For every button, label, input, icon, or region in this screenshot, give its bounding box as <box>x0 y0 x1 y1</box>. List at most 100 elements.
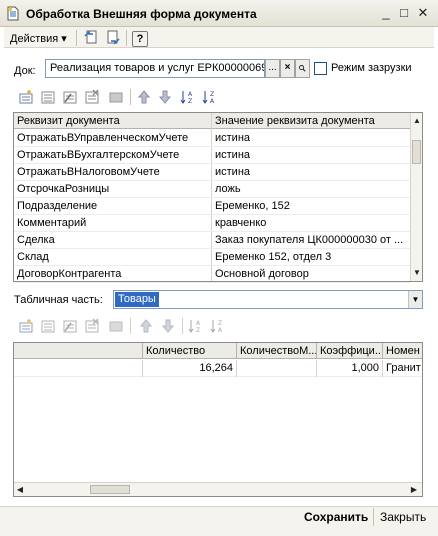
horizontal-scrollbar[interactable]: ◀ ▶ <box>14 482 422 496</box>
copy-row-icon[interactable] <box>40 89 56 105</box>
table-row[interactable]: Склад Еременко 152, отдел 3 <box>14 249 410 266</box>
requisite-name: ОтсрочкаРозницы <box>17 183 110 195</box>
save-button[interactable]: Сохранить <box>304 510 368 524</box>
requisite-value[interactable]: Еременко, 152 <box>212 198 409 215</box>
column-header-value[interactable]: Значение реквизита документа <box>211 113 409 129</box>
scroll-left-icon[interactable]: ◀ <box>14 483 26 496</box>
table-header: Количество КоличествоМ... Коэффици... Но… <box>14 343 422 359</box>
actions-menu-button[interactable]: Действия ▾ <box>10 32 67 45</box>
undo-icon[interactable] <box>82 29 100 46</box>
minimize-button[interactable]: _ <box>378 5 394 21</box>
add-row-icon[interactable] <box>18 89 34 105</box>
quantity-cell[interactable]: 16,264 <box>142 360 236 377</box>
table-row[interactable]: ДоговорКонтрагента Основной договор <box>14 266 410 283</box>
requisite-name: Склад <box>17 251 49 263</box>
requisite-name: ОтражатьВБухгалтерскомУчете <box>17 149 180 161</box>
scroll-thumb[interactable] <box>412 140 421 164</box>
table-header: Реквизит документа Значение реквизита до… <box>14 113 410 129</box>
table-row[interactable]: Подразделение Еременко, 152 <box>14 198 410 215</box>
document-icon <box>7 6 19 21</box>
table-row[interactable]: Сделка Заказ покупателя ЦК000000030 от ..… <box>14 232 410 249</box>
edit-row-icon[interactable] <box>62 89 78 105</box>
requisite-value[interactable]: истина <box>212 147 409 164</box>
column-header-quantity[interactable]: Количество <box>142 343 236 359</box>
select-button[interactable]: ... <box>265 59 280 78</box>
toolbar-separator <box>76 30 77 46</box>
move-up-icon[interactable] <box>136 89 152 105</box>
scroll-thumb[interactable] <box>90 485 130 494</box>
load-mode-label: Режим зазрузки <box>331 62 412 74</box>
sort-asc-icon[interactable]: AZ <box>180 89 196 105</box>
close-button[interactable]: Закрыть <box>380 510 426 524</box>
table-row[interactable]: ОтражатьВНалоговомУчете истина <box>14 164 410 181</box>
table-row[interactable]: ОтражатьВБухгалтерскомУчете истина <box>14 147 410 164</box>
requisite-name: Сделка <box>17 234 55 246</box>
search-icon[interactable] <box>295 59 310 78</box>
delete-row-icon[interactable] <box>84 89 100 105</box>
table-row[interactable]: ОтражатьВУправленческомУчете истина <box>14 130 410 147</box>
scroll-up-icon[interactable]: ▲ <box>411 114 423 127</box>
column-header-empty[interactable] <box>14 343 142 359</box>
move-up-icon[interactable] <box>138 318 154 334</box>
toolbar-separator <box>130 89 131 105</box>
quantity-m-cell[interactable] <box>236 360 316 377</box>
scroll-down-icon[interactable]: ▼ <box>411 266 423 279</box>
move-down-icon[interactable] <box>160 318 176 334</box>
load-mode-checkbox[interactable] <box>314 62 327 75</box>
help-button[interactable]: ? <box>132 31 148 47</box>
column-header-coefficient[interactable]: Коэффици... <box>316 343 382 359</box>
scroll-right-icon[interactable]: ▶ <box>408 483 420 496</box>
end-edit-icon[interactable] <box>108 318 124 334</box>
doc-label: Док: <box>14 65 36 77</box>
requisite-name: ОтражатьВУправленческомУчете <box>17 132 189 144</box>
tabular-part-select[interactable]: Товары ▼ <box>113 290 423 309</box>
table-row[interactable]: 16,264 1,000 Гранит <box>14 360 422 377</box>
coefficient-cell[interactable]: 1,000 <box>316 360 382 377</box>
window-title: Обработка Внешняя форма документа <box>26 7 257 21</box>
column-header-quantity-m[interactable]: КоличествоМ... <box>236 343 316 359</box>
sort-desc-icon[interactable]: ZA <box>210 318 226 334</box>
requisite-value[interactable]: Заказ покупателя ЦК000000030 от ... <box>212 232 409 249</box>
requisite-value[interactable]: истина <box>212 164 409 181</box>
svg-text:A: A <box>218 327 223 334</box>
edit-row-icon[interactable] <box>62 318 78 334</box>
tabular-toolbar: AZ ZA <box>14 315 234 337</box>
redo-icon[interactable] <box>104 29 122 46</box>
requisite-value[interactable]: кравченко <box>212 215 409 232</box>
sort-desc-icon[interactable]: ZA <box>202 89 218 105</box>
svg-text:A: A <box>196 320 201 327</box>
tabular-table[interactable]: Количество КоличествоМ... Коэффици... Но… <box>13 342 423 497</box>
requisite-value[interactable]: Еременко 152, отдел 3 <box>212 249 409 266</box>
move-down-icon[interactable] <box>157 89 173 105</box>
requisite-value[interactable]: Основной договор <box>212 266 409 283</box>
doc-field[interactable]: Реализация товаров и услуг ЕРК00000069 <box>45 59 265 78</box>
toolbar-separator <box>130 318 131 334</box>
requisites-toolbar: AZ ZA <box>14 86 224 108</box>
add-row-icon[interactable] <box>18 318 34 334</box>
end-edit-icon[interactable] <box>108 89 124 105</box>
column-header-name[interactable]: Реквизит документа <box>14 113 211 129</box>
sort-asc-icon[interactable]: AZ <box>188 318 204 334</box>
tabular-part-label: Табличная часть: <box>14 294 103 306</box>
chevron-down-icon[interactable]: ▼ <box>408 291 422 308</box>
actions-label: Действия <box>10 33 59 45</box>
table-row[interactable]: ОтсрочкаРозницы ложь <box>14 181 410 198</box>
clear-button[interactable]: × <box>280 59 295 78</box>
copy-row-icon[interactable] <box>40 318 56 334</box>
requisite-name: Подразделение <box>17 200 98 212</box>
row-cell-empty[interactable] <box>14 360 142 377</box>
svg-text:A: A <box>210 98 215 105</box>
column-header-nomenclature[interactable]: Номен <box>382 343 422 359</box>
table-row[interactable]: Комментарий кравченко <box>14 215 410 232</box>
close-window-button[interactable]: ✕ <box>415 5 431 21</box>
requisite-value[interactable]: истина <box>212 130 409 147</box>
delete-row-icon[interactable] <box>84 318 100 334</box>
maximize-button[interactable]: □ <box>396 5 412 21</box>
requisites-table[interactable]: Реквизит документа Значение реквизита до… <box>13 112 423 283</box>
vertical-scrollbar[interactable]: ▲ ▼ <box>410 113 422 281</box>
requisite-value[interactable]: ложь <box>212 181 409 198</box>
nomenclature-cell[interactable]: Гранит <box>382 360 422 377</box>
svg-text:Z: Z <box>210 91 214 98</box>
tabular-part-value: Товары <box>115 292 159 307</box>
requisite-name: ОтражатьВНалоговомУчете <box>17 166 160 178</box>
